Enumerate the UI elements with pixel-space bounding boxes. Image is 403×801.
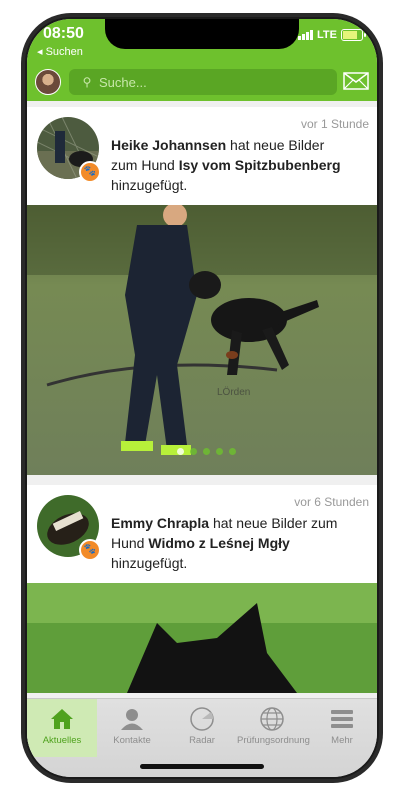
activity-text: Heike Johannsen hat neue Bilder zum Hund… <box>111 135 341 195</box>
tab-pruefungsordnung[interactable]: Prüfungsordnung <box>237 705 310 746</box>
timestamp: vor 6 Stunden <box>294 495 369 509</box>
dog-photo[interactable] <box>27 583 377 693</box>
search-icon: ⚲ <box>82 75 92 89</box>
home-indicator[interactable] <box>140 764 264 769</box>
mail-icon[interactable] <box>343 72 369 90</box>
search-input[interactable] <box>97 73 321 91</box>
back-to-search-link[interactable]: ◂ Suchen <box>37 45 83 58</box>
svg-text:LÖrden: LÖrden <box>217 386 250 398</box>
dog-photo[interactable]: LÖrden <box>27 205 377 475</box>
tab-mehr[interactable]: Mehr <box>307 705 377 746</box>
header-bar: 08:50 ◂ Suchen LTE ⚲ <box>27 19 377 101</box>
dog-name-link[interactable]: Widmo z Leśnej Mgły <box>148 535 289 551</box>
activity-feed[interactable]: 🐾 vor 1 Stunde Heike Johannsen hat neue … <box>27 107 377 699</box>
phone-screen: 08:50 ◂ Suchen LTE ⚲ Suche... 🐾 vor 1 St… <box>27 19 377 777</box>
tab-aktuelles[interactable]: Aktuelles <box>27 699 97 757</box>
timestamp: vor 1 Stunde <box>300 117 369 131</box>
tab-radar[interactable]: Radar <box>167 705 237 746</box>
tab-label: Kontakte <box>113 735 151 746</box>
person-icon <box>97 705 167 733</box>
activity-suffix: hinzugefügt. <box>111 555 188 571</box>
feed-item[interactable]: 🐾 vor 1 Stunde Heike Johannsen hat neue … <box>27 107 377 475</box>
battery-icon <box>341 29 366 41</box>
profile-avatar[interactable] <box>35 69 61 95</box>
user-name-link[interactable]: Heike Johannsen <box>111 137 226 153</box>
radar-icon <box>167 705 237 733</box>
user-name-link[interactable]: Emmy Chrapla <box>111 515 209 531</box>
tab-label: Aktuelles <box>42 735 82 746</box>
tab-label: Mehr <box>331 735 353 746</box>
feed-item[interactable]: 🐾 vor 6 Stunden Emmy Chrapla hat neue Bi… <box>27 485 377 693</box>
carrier-label: LTE <box>317 29 337 41</box>
status-time: 08:50 <box>43 25 84 42</box>
search-field[interactable]: ⚲ <box>69 69 337 95</box>
activity-text: Emmy Chrapla hat neue Bilder zum Hund Wi… <box>111 513 341 573</box>
tab-kontakte[interactable]: Kontakte <box>97 705 167 746</box>
tab-label: Radar <box>189 735 215 746</box>
notch <box>105 19 299 49</box>
photo-pager[interactable] <box>177 448 236 455</box>
dog-name-link[interactable]: Isy vom Spitzbubenberg <box>179 157 341 173</box>
activity-suffix: hinzugefügt. <box>111 177 188 193</box>
dog-badge-icon: 🐾 <box>79 539 101 561</box>
home-icon <box>27 705 97 733</box>
signal-icon <box>298 30 314 40</box>
tab-label: Prüfungsordnung <box>237 735 310 746</box>
status-indicators: LTE <box>298 29 366 41</box>
globe-icon <box>237 705 307 733</box>
dog-badge-icon: 🐾 <box>79 161 101 183</box>
tab-bar: Aktuelles Kontakte Radar Prüfungsordnung… <box>27 698 377 777</box>
menu-icon <box>307 705 377 733</box>
